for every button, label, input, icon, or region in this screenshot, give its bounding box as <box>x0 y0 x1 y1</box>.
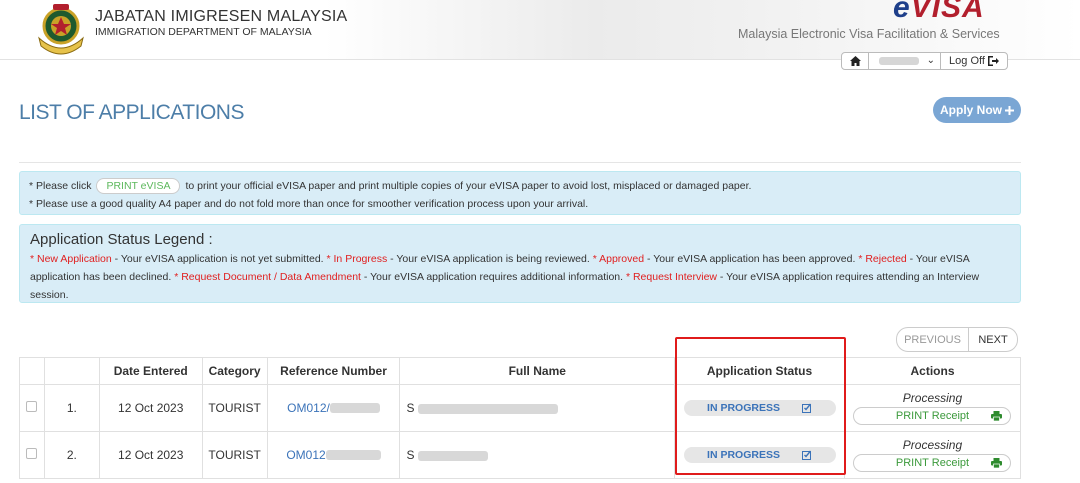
row-category: TOURIST <box>201 431 268 479</box>
user-dropdown[interactable]: ⌄ <box>868 52 941 70</box>
status-badge[interactable]: IN PROGRESS <box>683 400 836 416</box>
reference-redacted <box>329 403 380 413</box>
apply-now-button[interactable]: Apply Now <box>933 97 1021 123</box>
previous-button[interactable]: PREVIOUS <box>896 327 969 352</box>
agency-name-en: IMMIGRATION DEPARTMENT OF MALAYSIA <box>95 26 312 38</box>
reference-link[interactable]: OM012 <box>286 448 381 462</box>
action-status: Processing <box>902 391 963 405</box>
row-checkbox[interactable] <box>26 448 38 459</box>
legend-title: Application Status Legend : <box>30 231 213 248</box>
divider <box>19 162 1021 163</box>
full-name-redacted <box>417 403 558 414</box>
header-full-name: Full Name <box>399 357 676 385</box>
action-status: Processing <box>902 438 963 452</box>
header-reference-number: Reference Number <box>266 357 401 385</box>
home-icon <box>849 56 861 66</box>
row-date: 12 Oct 2023 <box>98 431 203 479</box>
status-legend: Application Status Legend : * New Applic… <box>19 224 1021 303</box>
home-button[interactable] <box>841 52 869 70</box>
row-checkbox[interactable] <box>26 401 38 412</box>
edit-icon <box>801 450 812 460</box>
tagline: Malaysia Electronic Visa Facilitation & … <box>738 27 1000 41</box>
chevron-down-icon: ⌄ <box>926 55 935 66</box>
page-title: LIST OF APPLICATIONS <box>19 101 244 124</box>
full-name-redacted <box>417 450 488 461</box>
reference-link[interactable]: OM012/ <box>287 401 380 415</box>
row-category: TOURIST <box>201 384 268 432</box>
print-info-box: * Please click PRINT eVISA to print your… <box>19 171 1021 215</box>
header-date-entered: Date Entered <box>98 357 203 385</box>
user-name-redacted <box>879 57 919 65</box>
print-evisa-button[interactable]: PRINT eVISA <box>96 178 181 194</box>
applications-table: Date Entered Category Reference Number F… <box>19 357 1022 479</box>
pagination: PREVIOUS NEXT <box>896 327 1018 352</box>
legend-text: * New Application - Your eVISA applicati… <box>30 253 980 301</box>
info-line-2: * Please use a good quality A4 paper and… <box>29 198 589 210</box>
next-button[interactable]: NEXT <box>969 327 1018 352</box>
table-row: 2. 12 Oct 2023 TOURIST OM012 S IN PROGRE… <box>19 431 1022 479</box>
info-line-1: * Please click PRINT eVISA to print your… <box>29 178 752 194</box>
printer-icon <box>991 411 1003 421</box>
print-receipt-button[interactable]: PRINT Receipt <box>853 454 1012 472</box>
logout-icon <box>987 56 999 66</box>
reference-redacted <box>325 450 381 460</box>
agency-name: JABATAN IMIGRESEN MALAYSIA <box>95 8 348 25</box>
header-actions: Actions <box>843 357 1022 385</box>
edit-icon <box>801 403 812 413</box>
header-select <box>19 357 45 385</box>
printer-icon <box>991 458 1003 468</box>
row-date: 12 Oct 2023 <box>98 384 203 432</box>
full-name-initial: S <box>406 448 415 462</box>
site-header: JABATAN IMIGRESEN MALAYSIA IMMIGRATION D… <box>0 0 1080 60</box>
table-row: 1. 12 Oct 2023 TOURIST OM012/ S IN PROGR… <box>19 384 1022 432</box>
header-index <box>43 357 100 385</box>
plus-icon <box>1005 105 1014 115</box>
crest-icon <box>38 4 84 55</box>
header-category: Category <box>201 357 268 385</box>
row-index: 1. <box>43 384 100 432</box>
header-application-status: Application Status <box>674 357 845 385</box>
print-receipt-button[interactable]: PRINT Receipt <box>853 407 1012 425</box>
table-header-row: Date Entered Category Reference Number F… <box>19 357 1022 385</box>
status-badge[interactable]: IN PROGRESS <box>683 447 836 463</box>
evisa-logo[interactable]: eVISA <box>893 0 985 25</box>
row-index: 2. <box>43 431 100 479</box>
logoff-button[interactable]: Log Off <box>940 52 1008 70</box>
full-name-initial: S <box>406 401 415 415</box>
